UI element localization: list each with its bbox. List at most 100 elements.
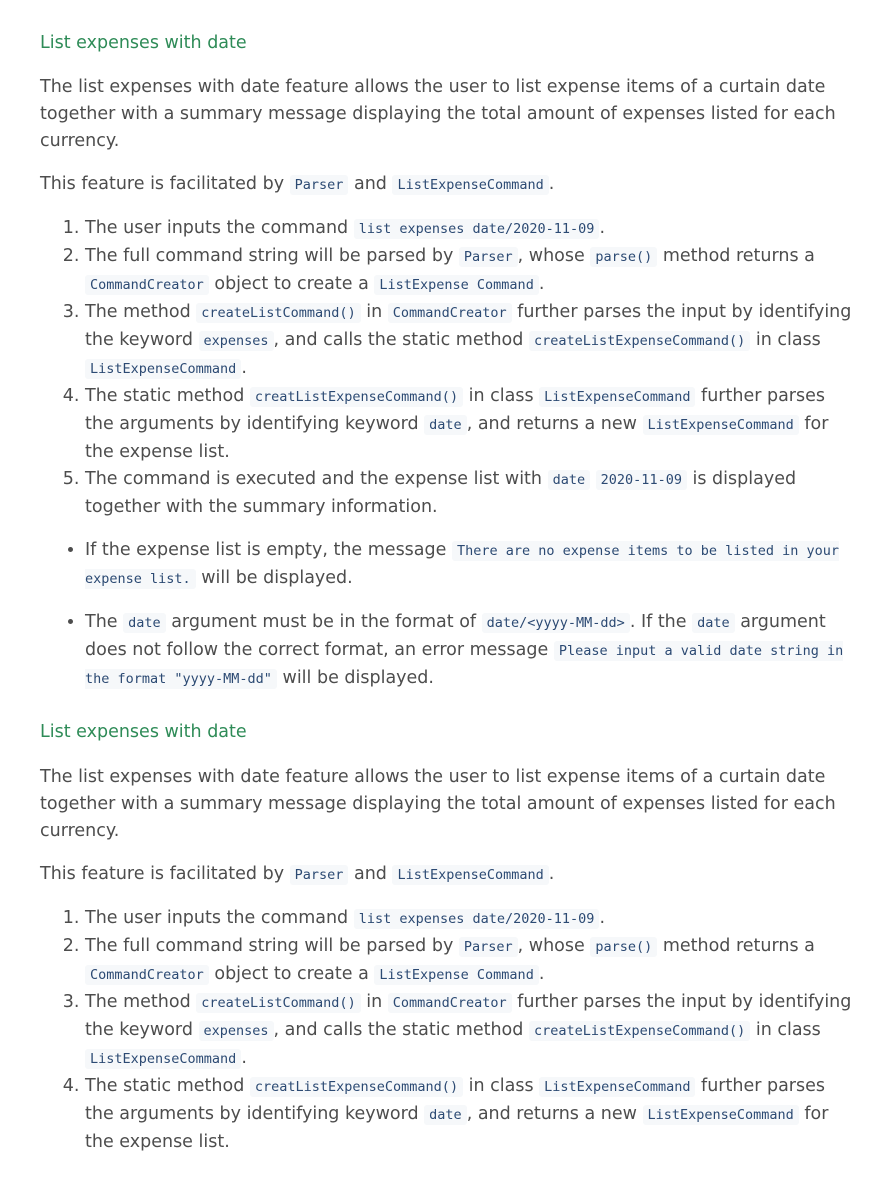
- text: The command is executed and the expense …: [85, 469, 548, 490]
- text: argument must be in the format of: [165, 612, 482, 633]
- inline-code: 2020-11-09: [595, 470, 687, 491]
- text: .: [548, 863, 555, 884]
- inline-code: date: [424, 415, 467, 436]
- text: , and calls the static method: [273, 330, 529, 351]
- inline-code: createListExpenseCommand(): [528, 1020, 751, 1041]
- inline-code: list expenses date/2020-11-09: [353, 219, 600, 240]
- inline-code: list expenses date/2020-11-09: [353, 908, 600, 929]
- section-list-expenses-with-date: List expenses with date The list expense…: [40, 719, 852, 1155]
- text: .: [538, 274, 545, 295]
- text: method returns a: [657, 246, 815, 267]
- inline-code: ListExpenseCommand: [392, 175, 549, 196]
- text: in class: [750, 1019, 821, 1040]
- facilitated-paragraph: This feature is facilitated by Parser an…: [40, 861, 852, 889]
- text: This feature is facilitated by: [40, 863, 290, 884]
- text: object to create a: [208, 274, 375, 295]
- text: The user inputs the command: [85, 218, 354, 239]
- facilitated-paragraph: This feature is facilitated by Parser an…: [40, 171, 852, 199]
- inline-code: date: [424, 1104, 467, 1125]
- inline-code: ListExpenseCommand: [642, 415, 799, 436]
- list-item: The method createListCommand() in Comman…: [85, 989, 852, 1073]
- steps-list: The user inputs the command list expense…: [40, 215, 852, 521]
- text: This feature is facilitated by: [40, 174, 290, 195]
- list-item: The user inputs the command list expense…: [85, 905, 852, 933]
- inline-code: CommandCreator: [387, 992, 512, 1013]
- list-item: The method createListCommand() in Comman…: [85, 299, 852, 383]
- inline-code: CommandCreator: [387, 303, 512, 324]
- text: .: [241, 1047, 247, 1068]
- text: The full command string will be parsed b…: [85, 246, 459, 267]
- inline-code: createListCommand(): [196, 303, 361, 324]
- inline-code: ListExpenseCommand: [642, 1104, 799, 1125]
- text: .: [599, 907, 606, 928]
- note-item: If the expense list is empty, the messag…: [85, 537, 852, 593]
- intro-paragraph: The list expenses with date feature allo…: [40, 77, 836, 152]
- text: in class: [463, 1075, 540, 1096]
- inline-code: parse(): [590, 936, 658, 957]
- text: The static method: [85, 1075, 250, 1096]
- intro-paragraph: The list expenses with date feature allo…: [40, 766, 836, 841]
- inline-code: expenses: [198, 1020, 274, 1041]
- text: The full command string will be parsed b…: [85, 935, 459, 956]
- inline-code: ListExpenseCommand: [85, 1048, 242, 1069]
- text: and: [348, 174, 393, 195]
- inline-code: creatListExpenseCommand(): [249, 387, 464, 408]
- list-item: The static method creatListExpenseComman…: [85, 383, 852, 466]
- text: The method: [85, 991, 197, 1012]
- text: and: [348, 863, 393, 884]
- inline-code: Parser: [458, 936, 518, 957]
- inline-code: createListExpenseCommand(): [528, 331, 751, 352]
- text: , whose: [517, 246, 591, 267]
- inline-code: date: [123, 613, 166, 634]
- inline-code: date: [692, 613, 735, 634]
- text: will be displayed.: [195, 568, 353, 589]
- note-item: The date argument must be in the format …: [85, 609, 852, 693]
- text: in: [360, 991, 388, 1012]
- text: in class: [463, 386, 540, 407]
- inline-code: ListExpenseCommand: [392, 864, 549, 885]
- text: The static method: [85, 386, 250, 407]
- text: If the expense list is empty, the messag…: [85, 540, 452, 561]
- text: method returns a: [657, 935, 815, 956]
- list-item: The full command string will be parsed b…: [85, 243, 852, 299]
- text: will be displayed.: [276, 668, 434, 689]
- inline-code: Parser: [289, 175, 349, 196]
- list-item: The command is executed and the expense …: [85, 466, 852, 521]
- text: .: [241, 358, 247, 379]
- text: . If the: [629, 612, 693, 633]
- inline-code: date: [547, 470, 591, 491]
- section-list-expenses-with-date: List expenses with date The list expense…: [40, 30, 852, 693]
- inline-code: ListExpense Command: [374, 964, 539, 985]
- inline-code: ListExpenseCommand: [539, 387, 696, 408]
- inline-code: ListExpense Command: [374, 275, 539, 296]
- text: , whose: [517, 935, 591, 956]
- section-heading: List expenses with date: [40, 33, 247, 53]
- list-item: The full command string will be parsed b…: [85, 933, 852, 989]
- document-page: List expenses with date The list expense…: [0, 0, 892, 1156]
- inline-code: creatListExpenseCommand(): [249, 1076, 464, 1097]
- text: in: [360, 302, 388, 323]
- inline-code: expenses: [198, 331, 274, 352]
- inline-code: date/<yyyy-MM-dd>: [481, 613, 630, 634]
- text: The method: [85, 302, 197, 323]
- inline-code: ListExpenseCommand: [539, 1076, 696, 1097]
- text: [590, 469, 596, 489]
- inline-code: createListCommand(): [196, 992, 361, 1013]
- inline-code: CommandCreator: [85, 275, 209, 296]
- text: , and returns a new: [466, 414, 643, 435]
- text: object to create a: [208, 963, 375, 984]
- notes-list: If the expense list is empty, the messag…: [40, 537, 852, 693]
- section-heading: List expenses with date: [40, 722, 247, 743]
- text: .: [538, 963, 545, 984]
- steps-list: The user inputs the command list expense…: [40, 905, 852, 1156]
- text: in class: [750, 330, 821, 351]
- text: The user inputs the command: [85, 907, 354, 928]
- list-item: The user inputs the command list expense…: [85, 215, 852, 243]
- inline-code: Parser: [458, 247, 518, 268]
- inline-code: Parser: [289, 864, 349, 885]
- text: .: [548, 174, 555, 195]
- inline-code: parse(): [590, 247, 658, 268]
- text: The: [85, 612, 124, 633]
- text: , and returns a new: [466, 1103, 643, 1124]
- text: , and calls the static method: [273, 1019, 529, 1040]
